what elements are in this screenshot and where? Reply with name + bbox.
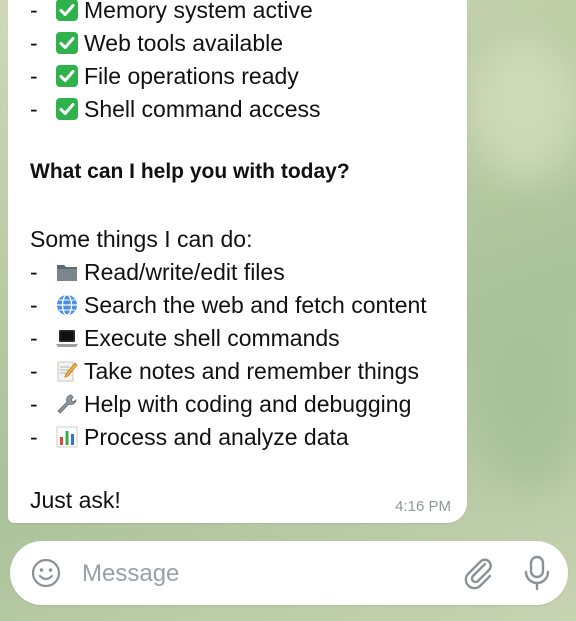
question-heading: What can I help you with today? <box>30 160 350 183</box>
bullet-dash: - <box>30 0 38 23</box>
capability-item: - Process and analyze data <box>30 423 349 451</box>
attach-button[interactable] <box>458 553 498 593</box>
capability-item: - Read/write/edit files <box>30 258 285 286</box>
status-line: - File operations ready <box>30 62 299 90</box>
capability-text: Read/write/edit files <box>84 259 285 285</box>
bullet-dash: - <box>30 63 38 89</box>
capability-text: Execute shell commands <box>84 325 340 351</box>
bar-chart-icon <box>54 424 80 450</box>
capability-text: Search the web and fetch content <box>84 292 427 318</box>
microphone-icon <box>524 555 550 591</box>
smiley-icon <box>31 558 61 588</box>
check-mark-button-icon <box>54 30 80 56</box>
bullet-dash: - <box>30 292 38 318</box>
check-mark-button-icon <box>54 0 80 23</box>
bullet-dash: - <box>30 259 38 285</box>
bullet-dash: - <box>30 358 38 384</box>
check-mark-button-icon <box>54 96 80 122</box>
memo-icon <box>54 358 80 384</box>
status-text: File operations ready <box>84 63 299 89</box>
status-line: - Shell command access <box>30 95 321 123</box>
bullet-dash: - <box>30 96 38 122</box>
status-line: - Memory system active <box>30 0 313 24</box>
capability-text: Process and analyze data <box>84 424 349 450</box>
folder-icon <box>54 259 80 285</box>
wallpaper-pattern <box>480 330 576 490</box>
status-text: Web tools available <box>84 30 284 56</box>
capability-item: - Execute shell commands <box>30 324 340 352</box>
capability-text: Take notes and remember things <box>84 358 419 384</box>
capabilities-intro: Some things I can do: <box>30 226 253 252</box>
status-text: Shell command access <box>84 96 321 122</box>
voice-record-button[interactable] <box>520 553 554 593</box>
status-line: - Web tools available <box>30 29 283 57</box>
message-input[interactable] <box>80 553 444 595</box>
paperclip-icon <box>464 558 492 590</box>
emoji-button[interactable] <box>30 557 62 589</box>
wrench-icon <box>54 391 80 417</box>
laptop-icon <box>54 325 80 351</box>
bullet-dash: - <box>30 325 38 351</box>
message-composer <box>10 541 568 605</box>
globe-icon <box>54 292 80 318</box>
bullet-dash: - <box>30 30 38 56</box>
capability-item: - Help with coding and debugging <box>30 390 411 418</box>
message-timestamp: 4:16 PM <box>395 498 451 515</box>
bullet-dash: - <box>30 391 38 417</box>
capability-item: - Take notes and remember things <box>30 357 419 385</box>
status-text: Memory system active <box>84 0 313 23</box>
closing-text: Just ask! <box>30 487 121 513</box>
capability-item: - Search the web and fetch content <box>30 291 427 319</box>
capability-text: Help with coding and debugging <box>84 391 412 417</box>
bullet-dash: - <box>30 424 38 450</box>
wallpaper-pattern <box>470 40 576 180</box>
check-mark-button-icon <box>54 63 80 89</box>
message-bubble[interactable]: - Memory system active - Web tools avail… <box>8 0 467 523</box>
